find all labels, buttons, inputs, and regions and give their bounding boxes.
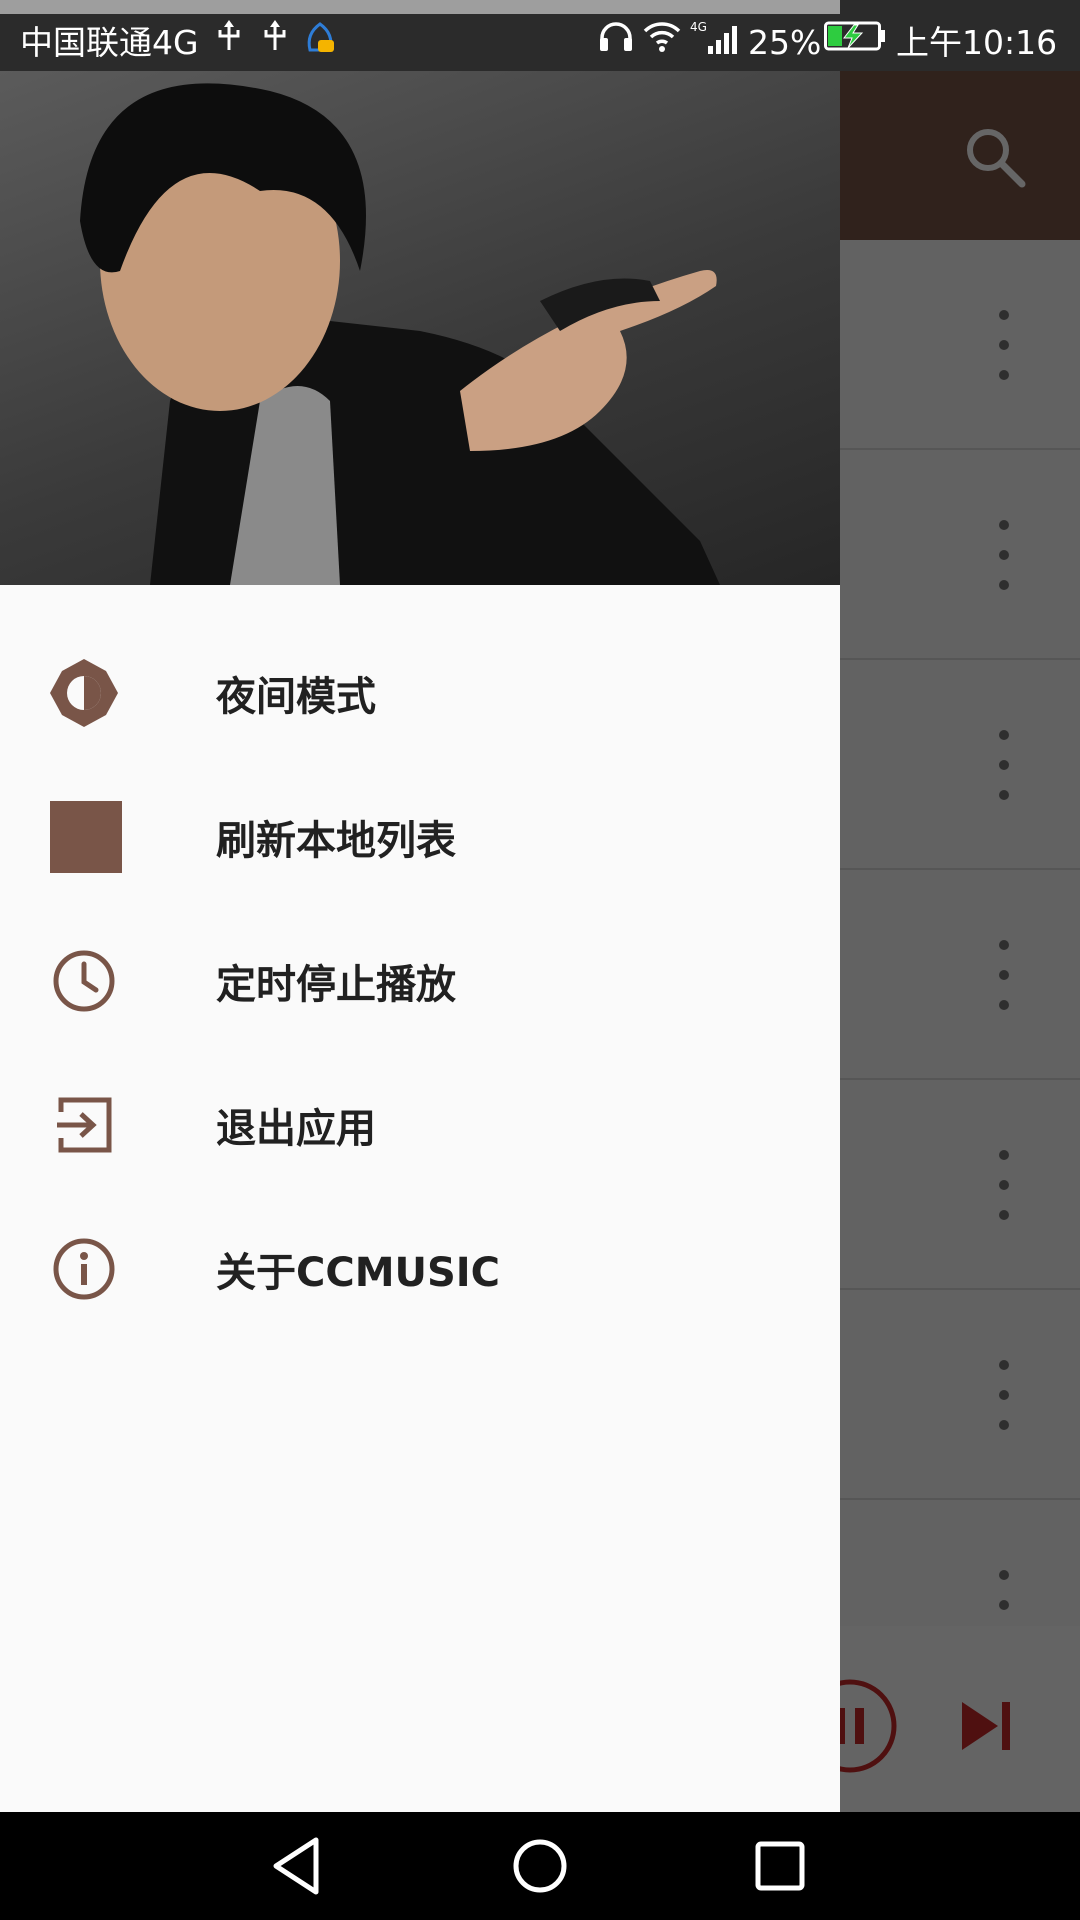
usb-icon bbox=[218, 20, 240, 50]
drawer-header bbox=[0, 71, 840, 585]
artist-photo bbox=[80, 83, 720, 585]
menu-item-label: 关于CCMUSIC bbox=[216, 1250, 501, 1296]
navigation-drawer: 夜间模式 刷新本地列表 定时停止播放 退出应用 关于CCMUSIC bbox=[0, 71, 840, 1812]
notification-app-icon bbox=[307, 22, 334, 52]
status-bar: 中国联通4G 4G 25% 上午10:16 bbox=[0, 0, 1080, 71]
menu-item-refresh-local-list[interactable]: 刷新本地列表 bbox=[0, 765, 840, 909]
usb-icon bbox=[264, 20, 286, 50]
square-icon bbox=[48, 799, 124, 875]
wifi-icon bbox=[643, 22, 681, 52]
4g-signal-icon: 4G bbox=[690, 20, 737, 54]
exit-icon bbox=[46, 1087, 122, 1163]
recents-icon[interactable] bbox=[746, 1832, 814, 1900]
svg-text:4G: 4G bbox=[690, 20, 707, 34]
screen: 中国联通4G 4G 25% 上午10:16 夜间模式 刷新本地列表 定时停止播放… bbox=[0, 0, 1080, 1920]
info-icon bbox=[46, 1231, 122, 1307]
menu-item-label: 夜间模式 bbox=[216, 674, 376, 720]
menu-item-exit-app[interactable]: 退出应用 bbox=[0, 1053, 840, 1197]
clock: 上午10:16 bbox=[896, 23, 1058, 62]
menu-item-label: 退出应用 bbox=[216, 1106, 376, 1152]
menu-item-night-mode[interactable]: 夜间模式 bbox=[0, 621, 840, 765]
home-icon[interactable] bbox=[506, 1832, 574, 1900]
carrier-label: 中国联通4G bbox=[20, 23, 199, 62]
brightness-icon bbox=[46, 655, 122, 731]
status-bar-strip bbox=[0, 0, 840, 14]
back-icon[interactable] bbox=[266, 1832, 334, 1900]
system-nav-bar bbox=[0, 1812, 1080, 1920]
clock-icon bbox=[46, 943, 122, 1019]
menu-item-label: 刷新本地列表 bbox=[216, 818, 456, 864]
menu-item-about[interactable]: 关于CCMUSIC bbox=[0, 1197, 840, 1341]
battery-percent: 25% bbox=[748, 23, 822, 62]
menu-item-label: 定时停止播放 bbox=[216, 962, 456, 1008]
battery-charging-icon bbox=[824, 21, 885, 51]
menu-item-sleep-timer[interactable]: 定时停止播放 bbox=[0, 909, 840, 1053]
headphones-icon bbox=[600, 22, 632, 51]
